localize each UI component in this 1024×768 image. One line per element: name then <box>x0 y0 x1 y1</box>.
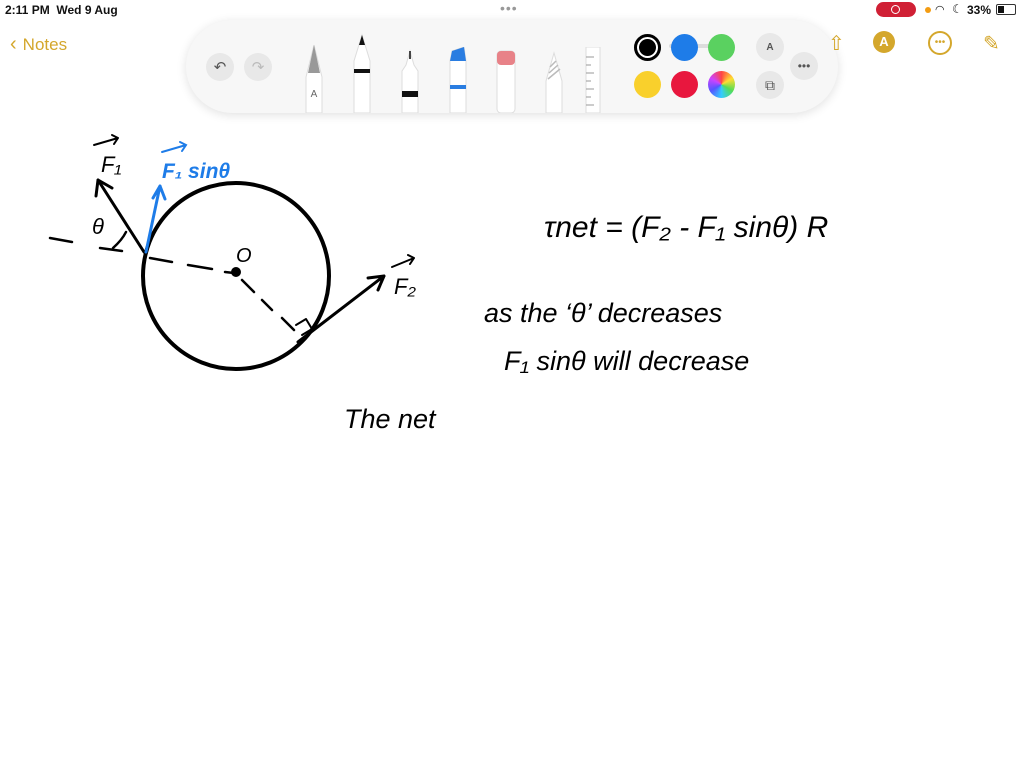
f2-vector-mark <box>391 254 415 268</box>
text-box-icon: A <box>766 41 774 53</box>
note-canvas[interactable]: F₁ F₁ sinθ θ O F₂ τnet = (F₂ - F₁ sinθ) … <box>0 115 1024 768</box>
explanation-line-3: The net <box>344 404 437 434</box>
theta-label: θ <box>92 214 104 239</box>
explanation-line-1: as the ‘θ’ decreases <box>484 298 722 328</box>
share-icon[interactable]: ⇧ <box>828 31 845 56</box>
status-bar: 2:11 PM Wed 9 Aug ••• ◠ ☾ 33% <box>0 0 1024 20</box>
orange-dot-icon <box>925 7 931 13</box>
fineliner-tool[interactable] <box>398 49 422 113</box>
origin-label: O <box>236 245 252 267</box>
highlighter-tool[interactable] <box>446 47 470 113</box>
wifi-icon: ◠ <box>935 4 945 16</box>
undo-button[interactable]: ↶ <box>206 53 234 81</box>
f1-sin-vector-mark <box>161 141 188 153</box>
shapes-button[interactable]: ⧉ <box>756 71 784 99</box>
f2-label: F₂ <box>394 274 416 299</box>
f2-arrow <box>296 274 386 344</box>
undo-icon: ↶ <box>213 59 227 76</box>
text-box-button[interactable]: A <box>756 33 784 61</box>
f1-sin-label: F₁ sinθ <box>162 160 230 183</box>
explanation-line-2: F₁ sinθ will decrease <box>504 346 749 376</box>
torque-equation: τnet = (F₂ - F₁ sinθ) R <box>544 211 828 244</box>
battery-icon <box>996 4 1016 15</box>
markup-toolbar: ↶ ↷ A A ⧉ ••• <box>186 20 838 113</box>
pen-tool[interactable]: A <box>302 43 326 113</box>
back-label: Notes <box>22 35 68 54</box>
color-black-swatch[interactable] <box>634 34 661 61</box>
pen-label: A <box>311 89 318 100</box>
moon-icon: ☾ <box>952 2 963 16</box>
color-red-swatch[interactable] <box>671 71 698 98</box>
eraser-tool[interactable] <box>494 49 518 113</box>
status-time: 2:11 PM Wed 9 Aug <box>5 3 118 17</box>
markup-icon[interactable]: A <box>873 31 895 53</box>
redo-button[interactable]: ↷ <box>244 53 272 81</box>
marker-tool[interactable] <box>350 33 374 113</box>
screen-record-icon[interactable] <box>876 2 916 17</box>
back-to-notes-button[interactable]: ‹ Notes <box>10 33 67 56</box>
redo-icon: ↷ <box>251 59 265 76</box>
pencil-tool[interactable] <box>542 51 566 113</box>
color-green-swatch[interactable] <box>708 34 735 61</box>
shapes-icon: ⧉ <box>765 76 775 93</box>
dashed-radius <box>240 278 296 332</box>
multitask-dots-icon[interactable]: ••• <box>500 0 518 16</box>
more-options-icon[interactable]: ••• <box>928 31 952 55</box>
compose-icon[interactable]: ✎ <box>983 31 1000 56</box>
color-yellow-swatch[interactable] <box>634 71 661 98</box>
chevron-left-icon: ‹ <box>10 33 17 55</box>
f1-vector-mark <box>93 134 119 146</box>
color-picker-swatch[interactable] <box>708 71 735 98</box>
center-point <box>231 267 241 277</box>
toolbar-more-button[interactable]: ••• <box>790 52 818 80</box>
battery-percent: 33% <box>967 3 992 17</box>
color-blue-swatch[interactable] <box>671 34 698 61</box>
f1-label: F₁ <box>101 152 121 177</box>
theta-arc <box>111 230 128 250</box>
more-icon: ••• <box>797 59 811 73</box>
ruler-tool[interactable] <box>584 47 602 113</box>
